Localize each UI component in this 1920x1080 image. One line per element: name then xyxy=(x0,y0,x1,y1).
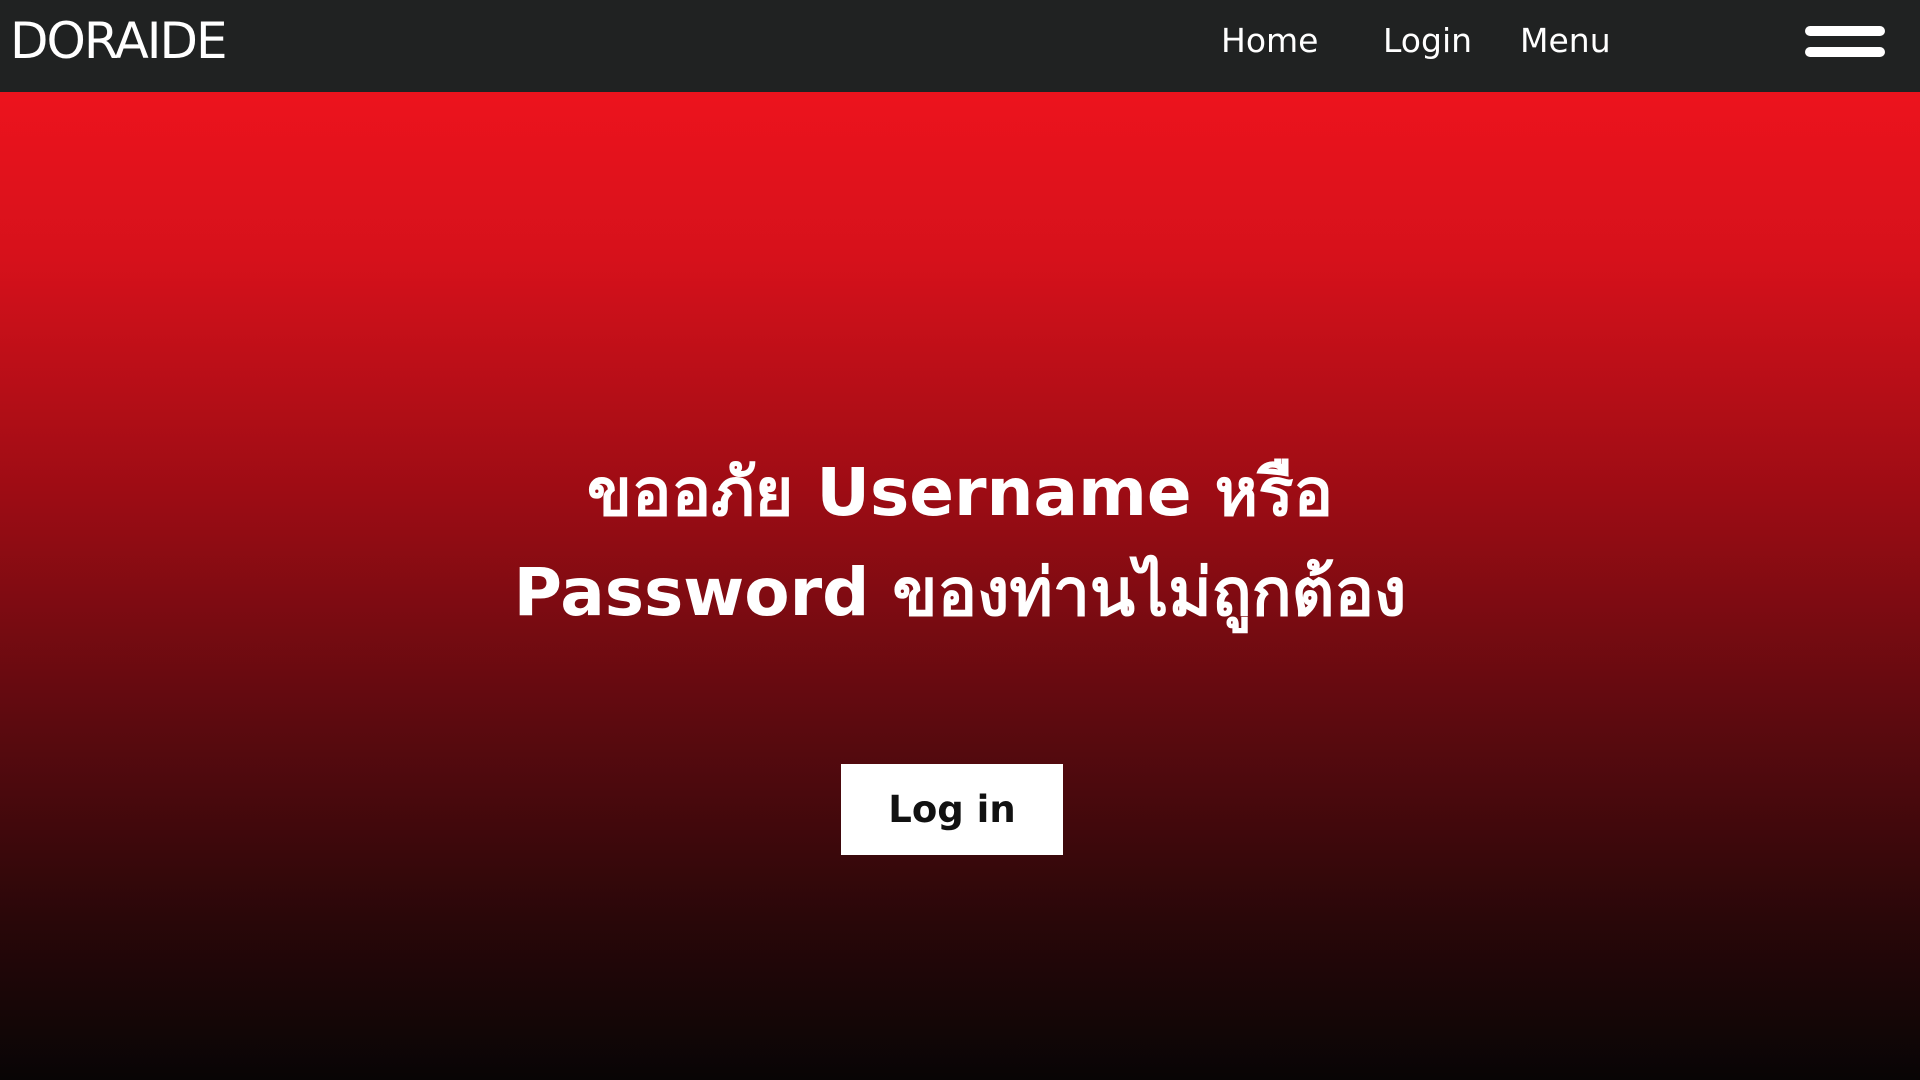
hamburger-bar-top xyxy=(1805,26,1885,36)
nav-menu-link[interactable]: Menu xyxy=(1520,20,1611,62)
hamburger-menu-icon[interactable] xyxy=(1805,23,1885,63)
login-button[interactable]: Log in xyxy=(841,764,1063,855)
nav-login-link[interactable]: Login xyxy=(1383,20,1472,62)
error-message-line-2: Password ของท่านไม่ถูกต้อง xyxy=(513,554,1407,631)
top-navbar: DORAIDE Home Login Menu xyxy=(0,0,1920,92)
page: DORAIDE Home Login Menu ขออภัย Username … xyxy=(0,0,1920,1080)
error-message: ขออภัย Username หรือ Password ของท่านไม่… xyxy=(260,443,1660,643)
hamburger-bar-bottom xyxy=(1805,47,1885,57)
error-message-line-1: ขออภัย Username หรือ xyxy=(586,454,1334,531)
nav-home-link[interactable]: Home xyxy=(1221,20,1318,62)
brand-logo[interactable]: DORAIDE xyxy=(10,13,228,69)
